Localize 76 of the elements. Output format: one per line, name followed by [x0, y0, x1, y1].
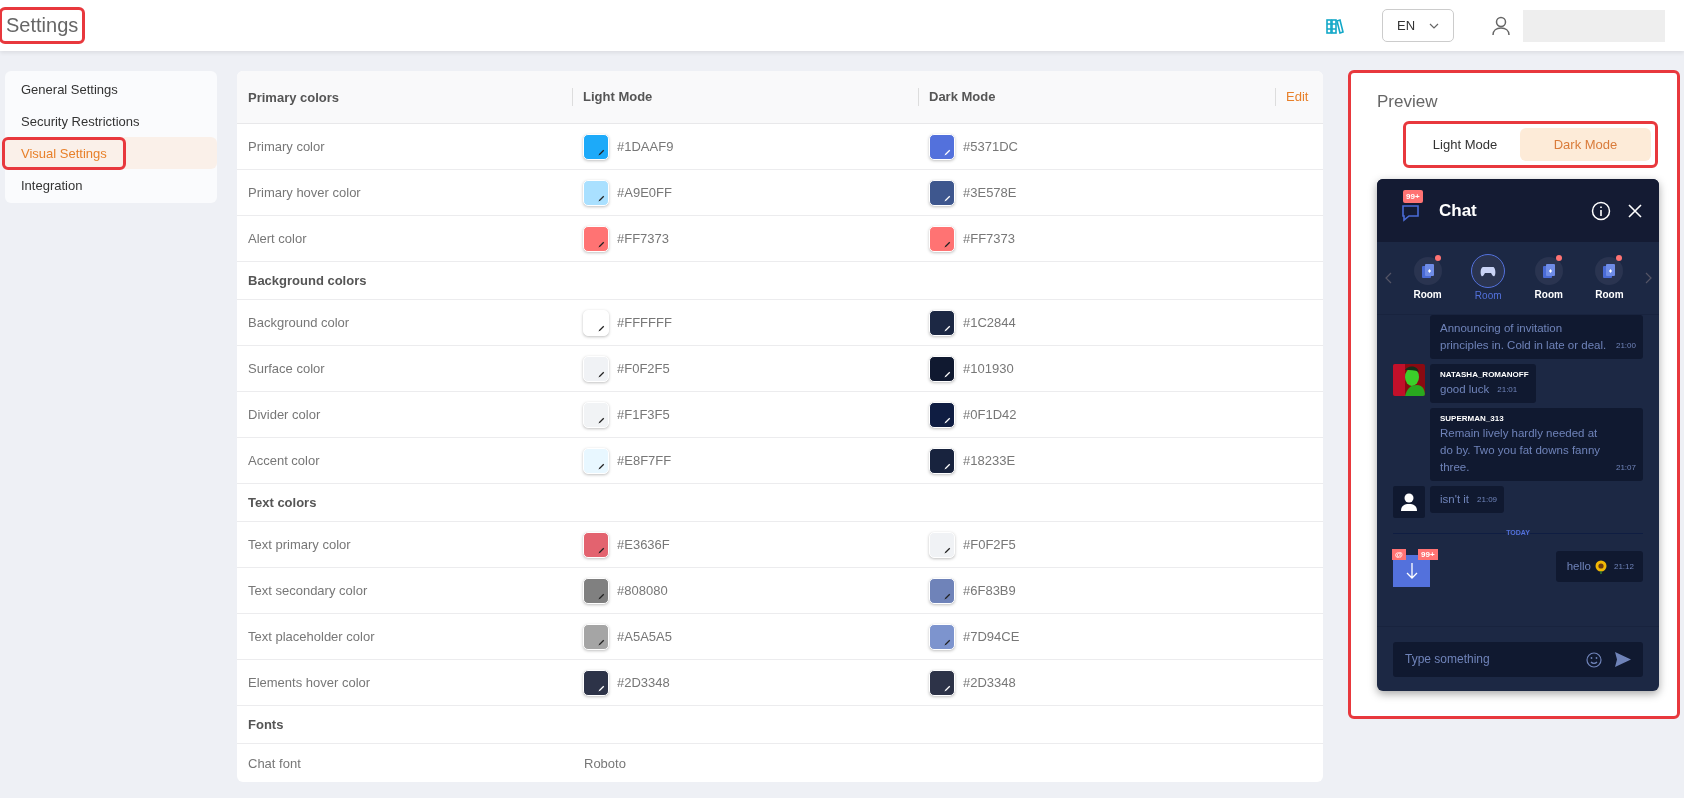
hex-value: #F0F2F5 — [617, 361, 670, 376]
room-tab[interactable]: Room — [1523, 256, 1574, 300]
message-time: 21:01 — [1497, 384, 1518, 396]
hex-value: #6F83B9 — [963, 583, 1016, 598]
hex-value: #2D3348 — [963, 675, 1016, 690]
message-time: 21:00 — [1615, 340, 1636, 352]
message-time: 21:07 — [1615, 462, 1636, 474]
message-author: NATASHA_ROMANOFF — [1440, 369, 1529, 381]
chat-title: Chat — [1439, 200, 1478, 221]
sidebar-item[interactable]: Integration — [5, 169, 217, 201]
row-label: Primary color — [247, 139, 326, 154]
column-header: Light Mode — [572, 88, 918, 106]
hex-value: #E3636F — [617, 537, 670, 552]
hex-value: #A9E0FF — [617, 185, 672, 200]
sidebar-item-label: Security Restrictions — [20, 112, 141, 131]
row-label: Text placeholder color — [247, 629, 376, 644]
room-label: Room — [1413, 288, 1442, 300]
message-text: hello — [1566, 559, 1591, 574]
hex-value: #3E578E — [963, 185, 1017, 200]
section-title: Fonts — [247, 717, 285, 732]
hex-value: #E8F7FF — [617, 453, 672, 468]
section-title: Text colors — [247, 495, 318, 510]
row-label: Elements hover color — [247, 675, 372, 690]
language-dropdown[interactable]: EN — [1382, 9, 1454, 42]
hex-value: #A5A5A5 — [617, 629, 672, 644]
hex-value: #1C2844 — [963, 315, 1016, 330]
sidebar-item[interactable]: Security Restrictions — [5, 105, 217, 137]
message-input[interactable]: Type something — [1393, 641, 1643, 677]
message-text: Announcing of invitation principles in. Cold in late or deal. — [1440, 321, 1608, 353]
row-label: Text primary color — [247, 537, 352, 552]
row-label: Chat font — [247, 755, 302, 771]
mention-badge: @ — [1392, 549, 1406, 560]
message-text: isn't it — [1440, 492, 1470, 507]
hex-value: #18233E — [963, 453, 1016, 468]
hex-value: #5371DC — [963, 139, 1018, 154]
unread-badge: 99+ — [1418, 549, 1438, 560]
row-label: Divider color — [247, 407, 322, 422]
room-label: Room — [1595, 288, 1624, 300]
hex-value: #2D3348 — [617, 675, 670, 690]
hex-value: #808080 — [617, 583, 668, 598]
hex-value: #0F1D42 — [963, 407, 1017, 422]
preview-title: Preview — [1377, 92, 1439, 112]
sidebar-item-label: Integration — [20, 176, 84, 195]
hex-value: #F1F3F5 — [617, 407, 670, 422]
room-label: Room — [1474, 289, 1502, 301]
hex-value: #F0F2F5 — [963, 537, 1016, 552]
message-author: SUPERMAN_313 — [1440, 413, 1505, 425]
hex-value: #FFFFFF — [617, 315, 672, 330]
message-time: 21:12 — [1613, 561, 1634, 573]
row-label: Background color — [247, 315, 351, 330]
hex-value: #7D94CE — [963, 629, 1020, 644]
font-value: Roboto — [583, 755, 627, 771]
message-time: 21:09 — [1477, 494, 1498, 506]
message-text: good luck — [1440, 382, 1490, 397]
sidebar-item-label: Visual Settings — [5, 139, 123, 167]
section-title: Background colors — [247, 273, 368, 288]
row-label: Primary hover color — [247, 185, 362, 200]
row-label: Text secondary color — [247, 583, 369, 598]
mode-tab[interactable]: Light Mode — [1410, 128, 1520, 161]
row-label: Alert color — [247, 231, 308, 246]
sidebar-item-label: General Settings — [20, 80, 119, 99]
row-label: Accent color — [247, 453, 321, 468]
room-label: Room — [1534, 288, 1563, 300]
unread-badge: 99+ — [1403, 189, 1423, 203]
hex-value: #FF7373 — [617, 231, 670, 246]
column-header: Dark Mode — [918, 88, 1275, 106]
hex-value: #FF7373 — [963, 231, 1016, 246]
room-tab[interactable]: Room — [1402, 256, 1453, 300]
message-text: Remain lively hardly needed at do by. Two you fat downs fanny three. — [1440, 426, 1602, 475]
row-label: Surface color — [247, 361, 326, 376]
sidebar-item[interactable]: General Settings — [5, 73, 217, 105]
hex-value: #101930 — [963, 361, 1014, 376]
column-header: Primary colors — [247, 89, 341, 105]
page-title: Settings — [2, 10, 83, 41]
room-tab[interactable]: Room — [1584, 256, 1635, 300]
hex-value: #1DAAF9 — [617, 139, 674, 154]
